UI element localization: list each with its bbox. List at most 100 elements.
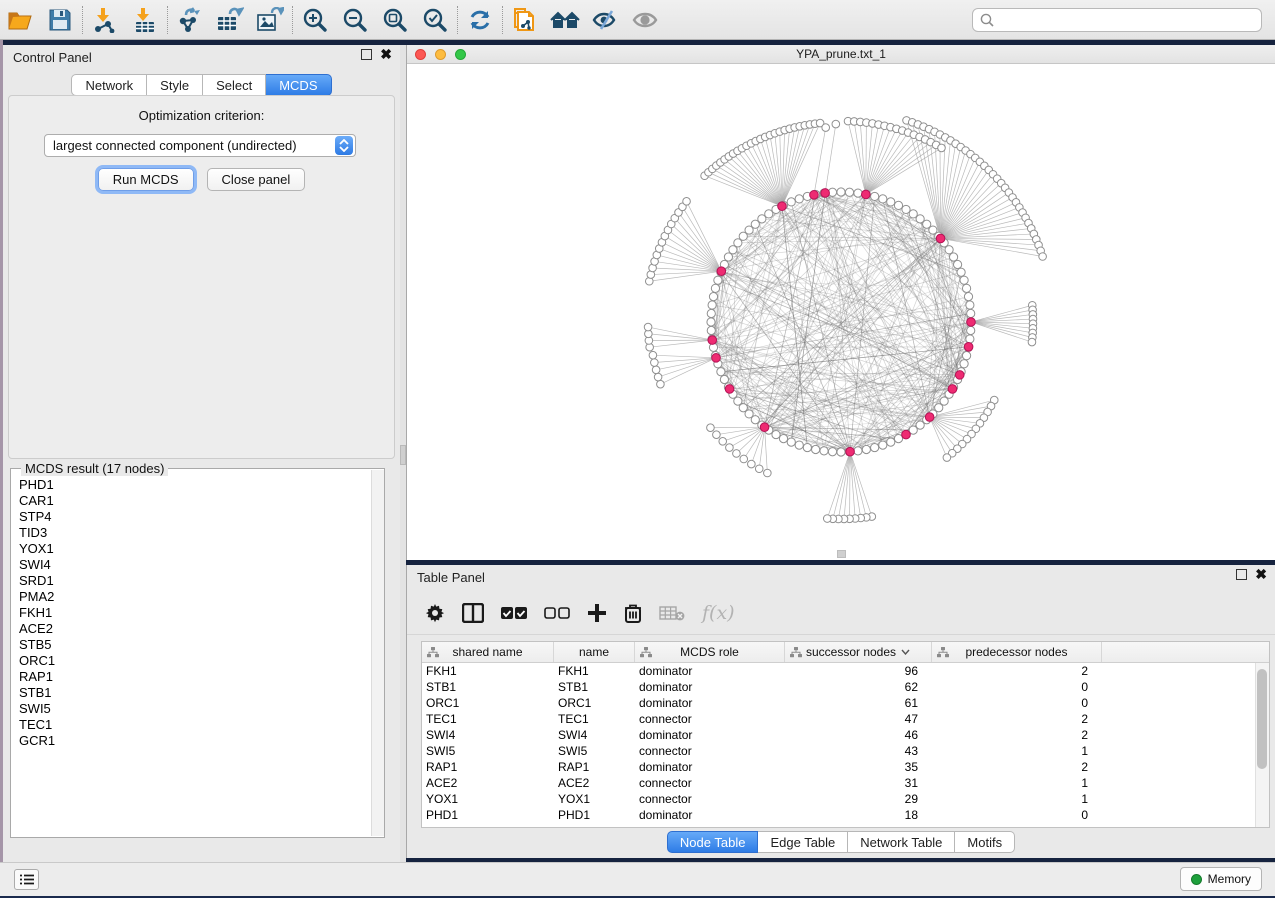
table-row[interactable]: STB1STB1dominator620 bbox=[422, 679, 1269, 695]
table-row[interactable]: TEC1TEC1connector472 bbox=[422, 711, 1269, 727]
mcds-result-item[interactable]: PHD1 bbox=[19, 477, 371, 493]
cell[interactable]: dominator bbox=[635, 727, 785, 743]
cell[interactable]: 2 bbox=[932, 711, 1102, 727]
cell[interactable]: 2 bbox=[932, 663, 1102, 679]
cell[interactable]: STB1 bbox=[554, 679, 635, 695]
mcds-result-item[interactable]: RAP1 bbox=[19, 669, 371, 685]
cell[interactable]: 46 bbox=[785, 727, 932, 743]
mcds-result-item[interactable]: STB5 bbox=[19, 637, 371, 653]
show-columns-icon[interactable] bbox=[462, 603, 484, 623]
cell[interactable]: RAP1 bbox=[422, 759, 554, 775]
node-table[interactable]: shared namenameMCDS rolesuccessor nodesp… bbox=[421, 641, 1270, 828]
network-canvas[interactable] bbox=[407, 64, 1275, 560]
open-session-icon[interactable] bbox=[0, 3, 40, 37]
save-session-icon[interactable] bbox=[40, 3, 80, 37]
export-network-icon[interactable] bbox=[170, 3, 210, 37]
close-panel-icon[interactable]: ✖ bbox=[1255, 569, 1267, 580]
cell[interactable]: 1 bbox=[932, 775, 1102, 791]
export-table-icon[interactable] bbox=[210, 3, 250, 37]
cell[interactable]: RAP1 bbox=[554, 759, 635, 775]
cell[interactable]: TEC1 bbox=[422, 711, 554, 727]
close-panel-icon[interactable]: ✖ bbox=[380, 49, 392, 60]
table-row[interactable]: SWI5SWI5connector431 bbox=[422, 743, 1269, 759]
zoom-fit-icon[interactable] bbox=[375, 3, 415, 37]
cell[interactable]: 96 bbox=[785, 663, 932, 679]
memory-button[interactable]: Memory bbox=[1180, 867, 1262, 891]
hide-selected-icon[interactable] bbox=[585, 3, 625, 37]
window-close-icon[interactable] bbox=[415, 49, 426, 60]
close-panel-button[interactable]: Close panel bbox=[207, 168, 306, 191]
tab-select[interactable]: Select bbox=[203, 74, 266, 96]
horizontal-splitter-grip[interactable] bbox=[837, 550, 846, 558]
zoom-out-icon[interactable] bbox=[335, 3, 375, 37]
mcds-result-item[interactable]: TEC1 bbox=[19, 717, 371, 733]
cell[interactable]: 29 bbox=[785, 791, 932, 807]
apply-layout-icon[interactable] bbox=[460, 3, 500, 37]
cell[interactable]: ORC1 bbox=[422, 695, 554, 711]
cell[interactable]: dominator bbox=[635, 695, 785, 711]
import-network-icon[interactable] bbox=[85, 3, 125, 37]
tab-motifs[interactable]: Motifs bbox=[955, 831, 1015, 853]
table-row[interactable]: SWI4SWI4dominator462 bbox=[422, 727, 1269, 743]
tab-network[interactable]: Network bbox=[71, 74, 147, 96]
cell[interactable]: ACE2 bbox=[422, 775, 554, 791]
column-header-name[interactable]: name bbox=[554, 642, 635, 662]
cell[interactable]: connector bbox=[635, 775, 785, 791]
column-header-MCDS-role[interactable]: MCDS role bbox=[635, 642, 785, 662]
cell[interactable]: dominator bbox=[635, 807, 785, 823]
mcds-result-item[interactable]: CAR1 bbox=[19, 493, 371, 509]
cell[interactable]: 2 bbox=[932, 727, 1102, 743]
cell[interactable]: ORC1 bbox=[554, 695, 635, 711]
mcds-result-item[interactable]: ORC1 bbox=[19, 653, 371, 669]
cell[interactable]: 1 bbox=[932, 743, 1102, 759]
table-row[interactable]: FKH1FKH1dominator962 bbox=[422, 663, 1269, 679]
mcds-result-item[interactable]: STB1 bbox=[19, 685, 371, 701]
mcds-result-item[interactable]: GCR1 bbox=[19, 733, 371, 749]
table-scrollbar-thumb[interactable] bbox=[1257, 669, 1267, 769]
cell[interactable]: 1 bbox=[932, 791, 1102, 807]
tab-network-table[interactable]: Network Table bbox=[848, 831, 955, 853]
window-minimize-icon[interactable] bbox=[435, 49, 446, 60]
column-header-predecessor-nodes[interactable]: predecessor nodes bbox=[932, 642, 1102, 662]
criterion-dropdown[interactable]: largest connected component (undirected) bbox=[44, 134, 356, 157]
first-neighbors-icon[interactable] bbox=[545, 3, 585, 37]
cell[interactable]: 0 bbox=[932, 807, 1102, 823]
float-panel-icon[interactable] bbox=[1236, 569, 1247, 580]
network-from-selection-icon[interactable] bbox=[505, 3, 545, 37]
cell[interactable]: TEC1 bbox=[554, 711, 635, 727]
table-scrollbar[interactable] bbox=[1255, 663, 1269, 827]
cell[interactable]: SWI4 bbox=[554, 727, 635, 743]
mcds-result-item[interactable]: SWI4 bbox=[19, 557, 371, 573]
mcds-result-item[interactable]: STP4 bbox=[19, 509, 371, 525]
search-box[interactable] bbox=[972, 8, 1262, 32]
tab-edge-table[interactable]: Edge Table bbox=[758, 831, 848, 853]
mcds-result-item[interactable]: ACE2 bbox=[19, 621, 371, 637]
cell[interactable]: FKH1 bbox=[554, 663, 635, 679]
mcds-result-item[interactable]: TID3 bbox=[19, 525, 371, 541]
cell[interactable]: 62 bbox=[785, 679, 932, 695]
mcds-result-list[interactable]: PHD1CAR1STP4TID3YOX1SWI4SRD1PMA2FKH1ACE2… bbox=[11, 470, 371, 837]
cell[interactable]: 43 bbox=[785, 743, 932, 759]
cell[interactable]: 35 bbox=[785, 759, 932, 775]
column-header-shared-name[interactable]: shared name bbox=[422, 642, 554, 662]
table-row[interactable]: RAP1RAP1dominator352 bbox=[422, 759, 1269, 775]
mcds-result-item[interactable]: YOX1 bbox=[19, 541, 371, 557]
cell[interactable]: 18 bbox=[785, 807, 932, 823]
network-window-titlebar[interactable]: YPA_prune.txt_1 bbox=[407, 45, 1275, 64]
tab-node-table[interactable]: Node Table bbox=[667, 831, 759, 853]
cell[interactable]: STB1 bbox=[422, 679, 554, 695]
table-row[interactable]: ORC1ORC1dominator610 bbox=[422, 695, 1269, 711]
cell[interactable]: dominator bbox=[635, 759, 785, 775]
cell[interactable]: connector bbox=[635, 711, 785, 727]
table-row[interactable]: PHD1PHD1dominator180 bbox=[422, 807, 1269, 823]
column-header-successor-nodes[interactable]: successor nodes bbox=[785, 642, 932, 662]
cell[interactable]: 0 bbox=[932, 679, 1102, 695]
mcds-result-item[interactable]: SWI5 bbox=[19, 701, 371, 717]
deselect-all-icon[interactable] bbox=[544, 606, 570, 620]
settings-gear-icon[interactable] bbox=[425, 603, 445, 623]
cell[interactable]: SWI5 bbox=[554, 743, 635, 759]
cell[interactable]: PHD1 bbox=[422, 807, 554, 823]
cell[interactable]: 61 bbox=[785, 695, 932, 711]
task-history-button[interactable] bbox=[14, 869, 39, 890]
window-zoom-icon[interactable] bbox=[455, 49, 466, 60]
